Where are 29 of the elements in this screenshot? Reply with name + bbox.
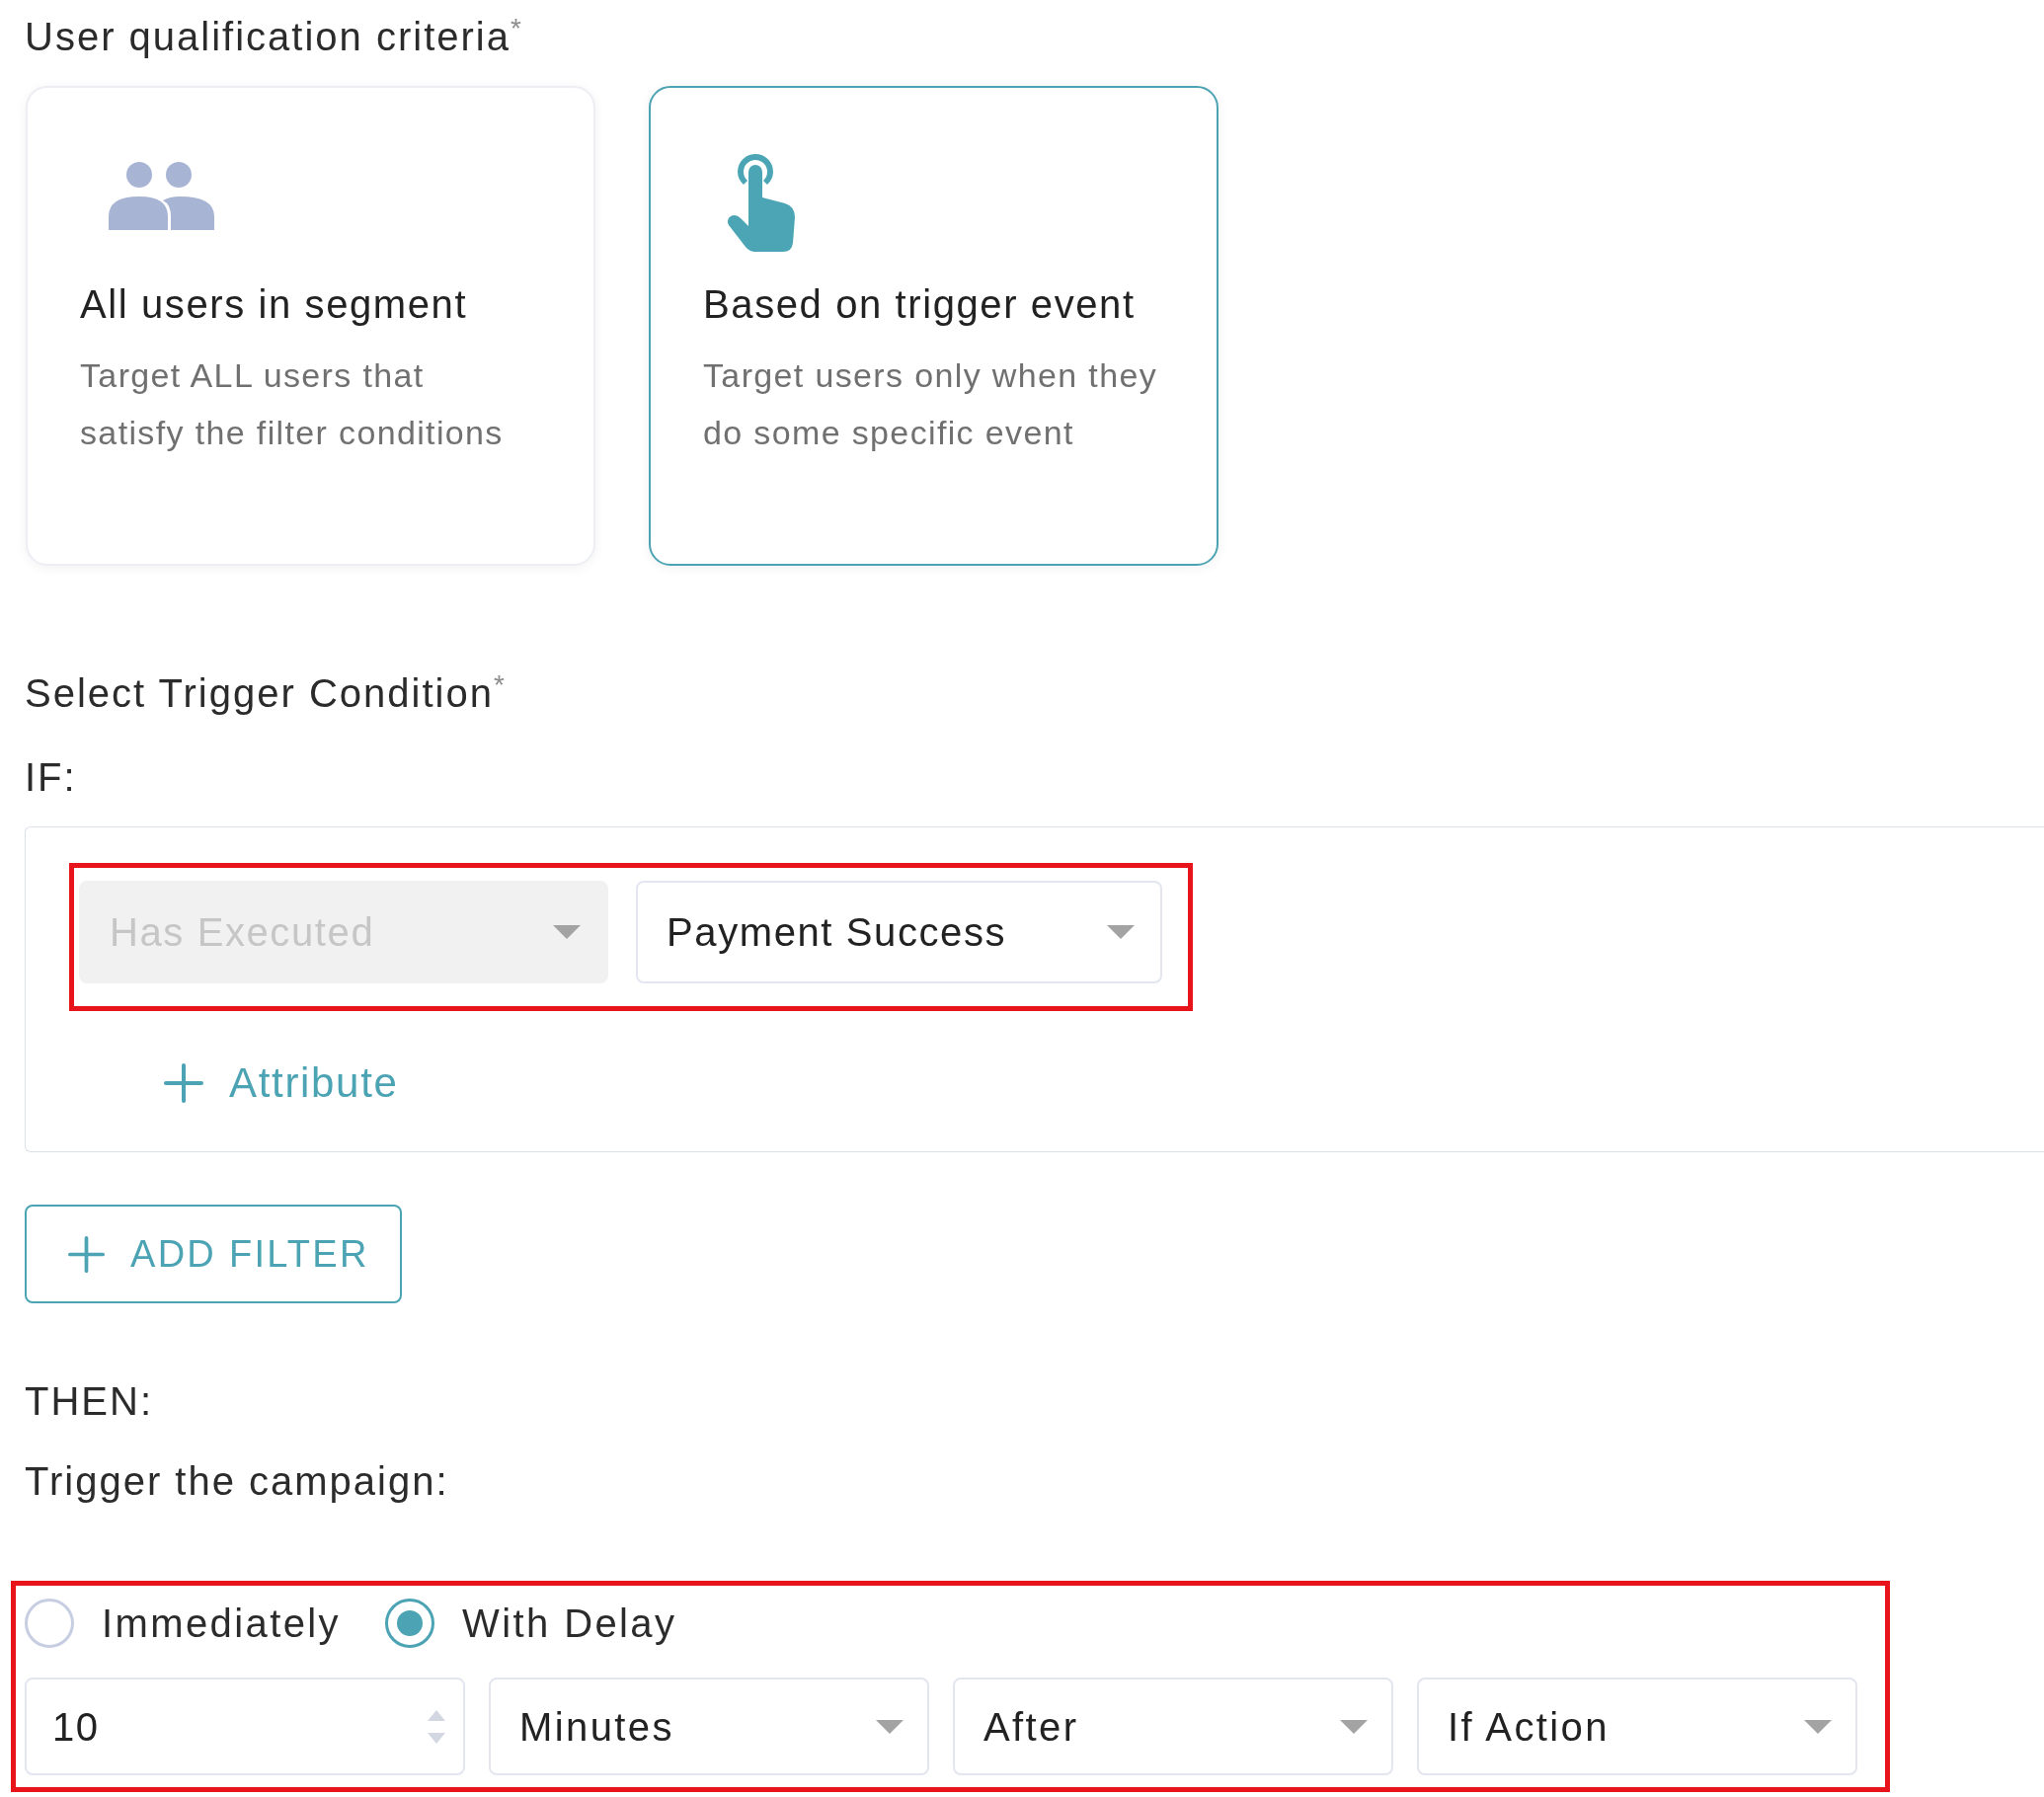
required-mark: *	[493, 670, 505, 700]
radio-option[interactable]: With Delay	[385, 1599, 677, 1648]
caret-icon	[876, 1719, 904, 1734]
caret-icon	[1107, 925, 1135, 939]
condition-label: IF:	[25, 754, 77, 800]
users-icon	[109, 161, 214, 230]
option-card[interactable]: All users in segment Target ALL users that satisfy the filter conditions	[26, 86, 595, 566]
number-input[interactable]: 10	[25, 1678, 465, 1775]
caret-icon	[1804, 1719, 1832, 1734]
section-label: THEN:	[25, 1378, 153, 1424]
caret-icon	[553, 925, 581, 939]
instruction-text: Trigger the campaign:	[25, 1458, 449, 1504]
section-label: Select Trigger Condition	[25, 670, 494, 716]
section-label: User qualification criteria	[25, 14, 511, 59]
pointing-hand-icon	[726, 152, 797, 252]
card-description: Target ALL users that satisfy the filter conditions	[80, 355, 504, 453]
dropdown[interactable]: If Action	[1417, 1678, 1857, 1775]
caret-icon	[1340, 1719, 1368, 1734]
dropdown[interactable]: Minutes	[489, 1678, 929, 1775]
plus-icon	[164, 1063, 203, 1103]
plus-icon	[68, 1235, 105, 1273]
radio-option[interactable]: Immediately	[25, 1599, 342, 1648]
option-card[interactable]: Based on trigger event Target users only when they do some specific event	[649, 86, 1219, 566]
card-description: Target users only when they do some specific event	[703, 355, 1158, 453]
dropdown[interactable]: After	[953, 1678, 1393, 1775]
dropdown[interactable]: Payment Success	[636, 881, 1162, 983]
card-title: All users in segment	[80, 281, 468, 328]
card-title: Based on trigger event	[703, 281, 1136, 328]
required-mark: *	[510, 14, 521, 43]
